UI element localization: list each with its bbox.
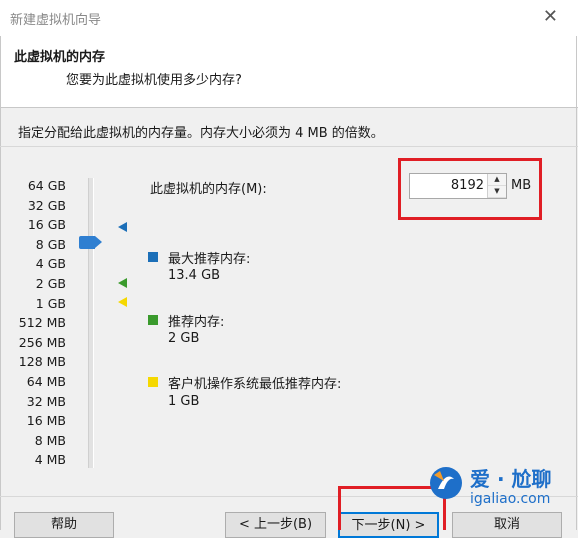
left-border [0,36,1,530]
page-subtitle: 您要为此虚拟机使用多少内存? [66,73,242,88]
scale-tick: 4 GB [35,256,66,272]
recommended-value: 2 GB [168,331,200,346]
watermark-logo-icon [430,467,462,499]
scale-tick: 64 GB [27,178,66,193]
watermark-name: 爱 · 尬聊 [470,467,552,491]
title-bar: 新建虚拟机向导 ✕ [0,0,578,36]
help-button[interactable]: 帮助 [14,512,114,538]
scale-tick: 512 MB [18,315,66,331]
min-recommended-swatch [148,377,158,387]
page-title: 此虚拟机的内存 [14,50,106,65]
scale-tick: 128 MB [18,354,66,370]
wizard-header: 此虚拟机的内存 您要为此虚拟机使用多少内存? [0,36,578,108]
memory-label: 此虚拟机的内存(M): [150,182,267,197]
max-recommended-marker-icon [118,222,127,232]
scale-tick: 4 MB [34,452,66,468]
memory-scale: 64 GB 32 GB 16 GB 8 GB 4 GB 2 GB 1 GB 51… [16,176,66,470]
recommended-swatch [148,315,158,325]
recommended-marker-icon [118,278,127,288]
right-border [576,36,577,530]
watermark: 爱 · 尬聊 igaliao.com [428,461,576,519]
scale-tick: 16 GB [27,217,66,233]
highlight-box [398,158,542,220]
scale-tick: 1 GB [35,295,66,311]
divider [0,146,578,147]
max-recommended-label: 最大推荐内存: [168,252,251,267]
scale-tick: 8 GB [35,236,66,252]
scale-tick: 16 MB [26,413,66,429]
window-title: 新建虚拟机向导 [10,13,102,28]
scale-tick: 64 MB [26,373,66,389]
close-icon[interactable]: ✕ [543,6,558,28]
scale-tick: 32 GB [27,197,66,213]
min-recommended-value: 1 GB [168,394,200,409]
scale-tick: 256 MB [18,334,66,350]
memory-description: 指定分配给此虚拟机的内存量。内存大小必须为 4 MB 的倍数。 [18,126,384,141]
max-recommended-value: 13.4 GB [168,268,221,283]
scale-tick: 2 GB [35,275,66,291]
watermark-url: igaliao.com [470,491,551,507]
back-button[interactable]: < 上一步(B) [225,512,326,538]
min-recommended-label: 客户机操作系统最低推荐内存: [168,377,342,392]
scale-tick: 8 MB [34,432,66,448]
max-recommended-swatch [148,252,158,262]
scale-tick: 32 MB [26,393,66,409]
memory-slider-track[interactable] [88,178,94,468]
recommended-label: 推荐内存: [168,315,225,330]
min-recommended-marker-icon [118,297,127,307]
